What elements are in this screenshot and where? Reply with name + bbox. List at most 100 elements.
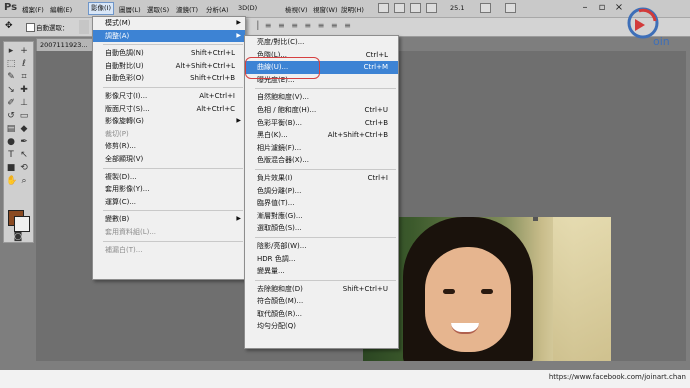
image-menu-item-label: 修剪(R)... bbox=[105, 142, 137, 151]
zoom-icon[interactable]: ⌕ bbox=[19, 176, 29, 186]
adjust-menu-item[interactable]: 色彩平衡(B)... Ctrl+B bbox=[245, 117, 398, 130]
image-menu-item[interactable]: 影像尺寸(I)... Alt+Ctrl+I bbox=[93, 90, 245, 103]
menu-3d[interactable]: 3D(D) bbox=[238, 4, 257, 12]
adjust-menu-item[interactable]: 黑白(K)... Alt+Shift+Ctrl+B bbox=[245, 129, 398, 142]
3d-rotate-icon[interactable]: ⟲ bbox=[19, 163, 29, 173]
eraser-icon[interactable]: ▭ bbox=[19, 111, 29, 121]
adjust-menu-item-label: 色版混合器(X)... bbox=[257, 156, 309, 165]
menu-analysis[interactable]: 分析(A) bbox=[206, 4, 229, 14]
hand-tool-icon[interactable] bbox=[410, 3, 421, 13]
menu-separator bbox=[103, 240, 243, 242]
zoom-tool-icon[interactable] bbox=[426, 3, 437, 13]
menu-help[interactable]: 說明(H) bbox=[341, 4, 364, 14]
menu-edit[interactable]: 編輯(E) bbox=[50, 4, 72, 14]
pen-icon[interactable]: ✒ bbox=[19, 137, 29, 147]
brush-icon[interactable]: ✐ bbox=[6, 98, 16, 108]
footer-url[interactable]: https://www.facebook.com/joinart.chan bbox=[549, 373, 686, 381]
menu-separator bbox=[103, 167, 243, 169]
image-menu-item[interactable]: 運算(C)... bbox=[93, 196, 245, 209]
menu-separator bbox=[255, 279, 396, 281]
marquee-icon[interactable]: ⬚ bbox=[6, 59, 16, 69]
adjust-menu-item[interactable]: 臨界值(T)... bbox=[245, 197, 398, 210]
image-menu-item[interactable]: 模式(M) ▶ bbox=[93, 17, 245, 30]
maximize-icon[interactable]: ▫ bbox=[595, 2, 609, 14]
adjust-menu-item[interactable]: 色調分離(P)... bbox=[245, 185, 398, 198]
image-menu-item: 套用資料組(L)... bbox=[93, 226, 245, 239]
menu-image[interactable]: 影像(I) bbox=[88, 2, 114, 15]
quick-mask-icon[interactable]: ◙ bbox=[13, 232, 23, 242]
auto-select-dropdown[interactable] bbox=[79, 20, 89, 34]
screen-mode-icon[interactable] bbox=[505, 3, 516, 13]
hand-icon[interactable]: ✋ bbox=[6, 176, 17, 186]
adjust-menu-item-shortcut: Ctrl+M bbox=[363, 63, 388, 72]
eyedropper-icon[interactable]: ↘ bbox=[6, 85, 16, 95]
adjust-menu-item[interactable]: 符合顏色(M)... bbox=[245, 295, 398, 308]
adjust-menu-item[interactable]: 自然飽和度(V)... bbox=[245, 91, 398, 104]
lasso-icon[interactable]: ℓ bbox=[19, 59, 29, 69]
adjust-menu-item[interactable]: 色版混合器(X)... bbox=[245, 154, 398, 167]
image-menu-item-label: 全部顯現(V) bbox=[105, 154, 144, 163]
image-menu-item[interactable]: 修剪(R)... bbox=[93, 140, 245, 153]
menu-separator bbox=[255, 88, 396, 90]
minibridge-icon[interactable] bbox=[394, 3, 405, 13]
image-menu-item[interactable]: 自動色彩(O) Shift+Ctrl+B bbox=[93, 72, 245, 85]
history-brush-icon[interactable]: ↺ bbox=[6, 111, 16, 121]
menu-filter[interactable]: 濾鏡(T) bbox=[176, 4, 198, 14]
artboard-icon[interactable]: + bbox=[19, 46, 29, 56]
adjust-menu-item[interactable]: HDR 色調... bbox=[245, 253, 398, 266]
quick-select-icon[interactable]: ✎ bbox=[6, 72, 16, 82]
adjust-menu-item[interactable]: 去除飽和度(D) Shift+Ctrl+U bbox=[245, 283, 398, 296]
adjust-menu-item[interactable]: 色相 / 飽和度(H)... Ctrl+U bbox=[245, 104, 398, 117]
menu-view[interactable]: 檢視(V) bbox=[285, 4, 308, 14]
transform-handle[interactable] bbox=[533, 217, 538, 221]
gradient-icon[interactable]: ▤ bbox=[6, 124, 16, 134]
image-menu-item[interactable]: 變數(B) ▶ bbox=[93, 213, 245, 226]
adjust-menu-item[interactable]: 變異量... bbox=[245, 265, 398, 278]
move-icon[interactable]: ▸ bbox=[6, 46, 16, 56]
align-icons[interactable]: ▕ ≡ ≡ ≡ ≡ ≡ ≡ ≡ bbox=[252, 21, 353, 30]
background-color-swatch[interactable] bbox=[14, 216, 30, 232]
crop-icon[interactable]: ⌗ bbox=[19, 72, 29, 82]
adjust-menu-item[interactable]: 陰影/亮部(W)... bbox=[245, 240, 398, 253]
arrange-documents-icon[interactable] bbox=[480, 3, 491, 13]
minimize-icon[interactable]: – bbox=[578, 2, 592, 14]
submenu-arrow-icon: ▶ bbox=[236, 215, 241, 223]
image-menu-item-label: 自動對比(U) bbox=[105, 61, 144, 70]
path-select-icon[interactable]: ↖ bbox=[19, 150, 29, 160]
adjust-menu-item[interactable]: 相片濾鏡(F)... bbox=[245, 142, 398, 155]
adjust-menu-item-label: 臨界值(T)... bbox=[257, 199, 295, 208]
type-icon[interactable]: T bbox=[6, 150, 16, 160]
image-menu-item[interactable]: 自動色調(N) Shift+Ctrl+L bbox=[93, 47, 245, 60]
blur-icon[interactable]: ◆ bbox=[19, 124, 29, 134]
adjust-menu-item[interactable]: 漸層對應(G)... bbox=[245, 210, 398, 223]
auto-select-checkbox[interactable] bbox=[26, 23, 35, 32]
menu-select[interactable]: 選取(S) bbox=[147, 4, 169, 14]
close-icon[interactable]: × bbox=[612, 2, 626, 14]
stamp-icon[interactable]: ⊥ bbox=[19, 98, 29, 108]
menu-layer[interactable]: 圖層(L) bbox=[119, 4, 141, 14]
adjust-menu-item[interactable]: 均勻分配(Q) bbox=[245, 320, 398, 333]
adjust-menu-item[interactable]: 取代顏色(R)... bbox=[245, 308, 398, 321]
menu-window[interactable]: 視窗(W) bbox=[313, 4, 338, 14]
image-menu-item[interactable]: 套用影像(Y)... bbox=[93, 183, 245, 196]
image-menu-item[interactable]: 複製(D)... bbox=[93, 171, 245, 184]
adjust-menu-item[interactable]: 負片效果(I) Ctrl+I bbox=[245, 172, 398, 185]
adjust-menu-item[interactable]: 選取顏色(S)... bbox=[245, 222, 398, 235]
shape-icon[interactable]: ■ bbox=[6, 163, 16, 173]
image-menu-item[interactable]: 自動對比(U) Alt+Shift+Ctrl+L bbox=[93, 60, 245, 73]
image-menu-item[interactable]: 調整(A) ▶ bbox=[93, 29, 245, 43]
bridge-icon[interactable] bbox=[378, 3, 389, 13]
adjust-menu-item[interactable]: 亮度/對比(C)... bbox=[245, 36, 398, 49]
image-menu-item[interactable]: 影像旋轉(G) ▶ bbox=[93, 115, 245, 128]
document-tab[interactable]: 2007111923... bbox=[36, 38, 99, 51]
healing-icon[interactable]: ✚ bbox=[19, 85, 29, 95]
menu-file[interactable]: 檔案(F) bbox=[22, 4, 44, 14]
dodge-icon[interactable]: ● bbox=[6, 137, 16, 147]
image-menu-item[interactable]: 全部顯現(V) bbox=[93, 153, 245, 166]
image-menu-item-label: 變數(B) bbox=[105, 215, 130, 224]
adjust-menu-item-label: 亮度/對比(C)... bbox=[257, 38, 305, 46]
zoom-level[interactable]: 25.1 bbox=[450, 4, 464, 12]
menu-separator bbox=[103, 44, 243, 46]
image-menu-item[interactable]: 版面尺寸(S)... Alt+Ctrl+C bbox=[93, 103, 245, 116]
move-tool-icon[interactable]: ✥ bbox=[5, 21, 13, 31]
